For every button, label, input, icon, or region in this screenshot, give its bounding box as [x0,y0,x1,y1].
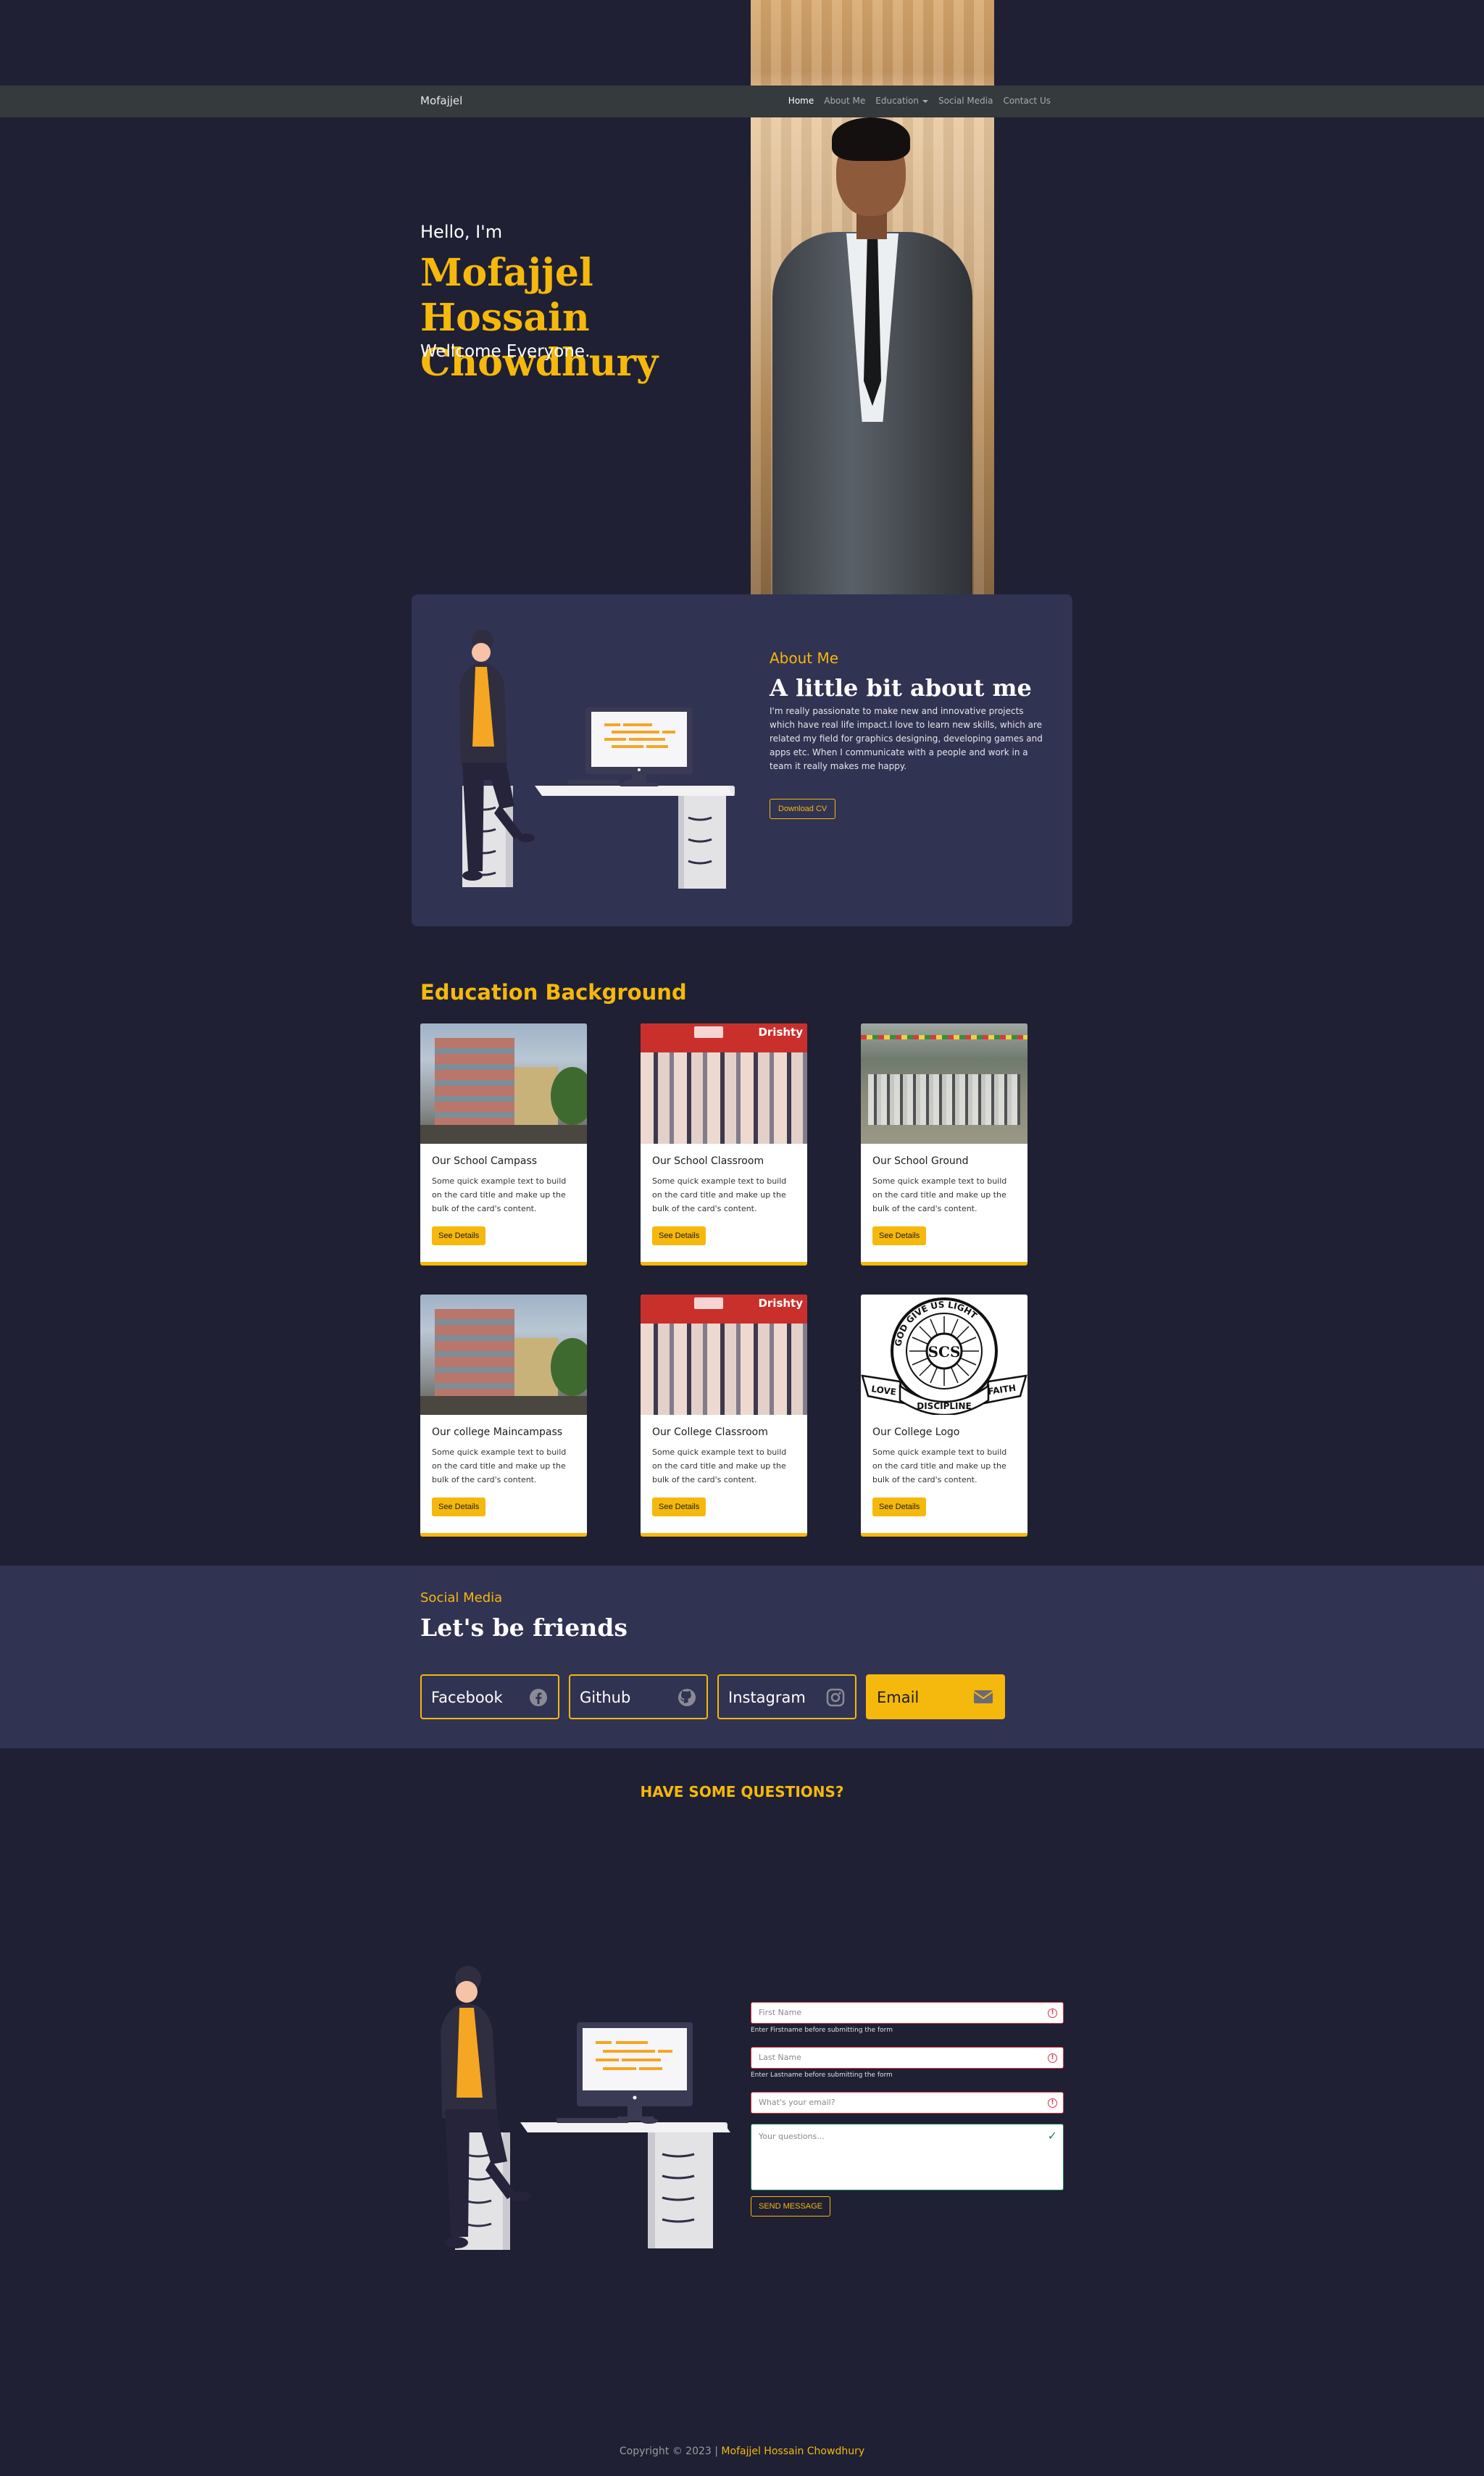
hero-tagline: Wellcome Everyone. [420,342,591,361]
last-name-placeholder: Last Name [759,2053,801,2062]
about-description: I'm really passionate to make new and in… [770,706,1043,771]
about-section: About Me A little bit about me I'm reall… [412,594,1072,926]
about-eyebrow: About Me [770,649,839,667]
card-title: Our College Logo [872,1426,960,1438]
see-details-button[interactable]: See Details [432,1226,486,1245]
github-button[interactable]: Github [569,1674,708,1719]
nav-education-dropdown[interactable]: Education [875,96,929,106]
education-card-school-classroom: Drishty Our School Classroom Some quick … [641,1023,807,1266]
instagram-button[interactable]: Instagram [717,1674,856,1719]
footer: Copyright © 2023 | Mofajjel Hossain Chow… [0,2446,1484,2457]
copyright-text: Copyright © 2023 | [619,2446,718,2457]
email-field[interactable]: What's your email? ! [751,2092,1064,2114]
college-classroom-image: Drishty [641,1295,807,1415]
card-text: Some quick example text to build on the … [652,1176,787,1213]
questions-title: HAVE SOME QUESTIONS? [640,1783,844,1800]
college-logo: SCS GOD GIVE US LIGHT LOVE FAITH DISCIPL… [861,1297,1027,1415]
card-text: Some quick example text to build on the … [872,1176,1007,1213]
school-ground-image [861,1023,1027,1144]
last-name-field[interactable]: Last Name ! [751,2047,1064,2069]
download-cv-button[interactable]: Download CV [770,799,836,819]
contact-illustration [441,1966,730,2250]
education-card-college-classroom: Drishty Our College Classroom Some quick… [641,1295,807,1537]
nav-social[interactable]: Social Media [938,96,993,106]
see-details-button[interactable]: See Details [652,1226,706,1245]
caret-down-icon [922,99,929,103]
facebook-icon [530,1689,547,1706]
error-icon: ! [1048,2053,1057,2063]
facebook-label: Facebook [431,1689,503,1706]
card-text: Some quick example text to build on the … [432,1447,567,1484]
school-campus-image [420,1023,587,1144]
school-classroom-image: Drishty [641,1023,807,1144]
card-title: Our School Ground [872,1155,969,1167]
email-placeholder: What's your email? [759,2098,835,2107]
brand-link[interactable]: Mofajjel [420,94,462,107]
footer-author-name: Mofajjel Hossain Chowdhury [721,2446,865,2457]
see-details-button[interactable]: See Details [432,1497,486,1516]
email-button[interactable]: Email [866,1674,1005,1719]
email-label: Email [877,1689,920,1706]
error-icon: ! [1048,2098,1057,2108]
first-name-placeholder: First Name [759,2008,802,2017]
questions-textarea[interactable]: Your questions... ✓ [751,2124,1064,2190]
college-logo-image: SCS GOD GIVE US LIGHT LOVE FAITH DISCIPL… [861,1295,1027,1415]
hero-greeting: Hello, I'm [420,222,503,242]
social-title: Let's be friends [420,1613,628,1642]
hero-name: Mofajjel Hossain Chowdhury [420,251,659,385]
education-card-college-campus: Our college Maincampass Some quick examp… [420,1295,587,1537]
drishty-banner: Drishty [758,1297,803,1310]
social-section: Social Media Let's be friends Facebook G… [0,1566,1484,1748]
facebook-button[interactable]: Facebook [420,1674,559,1719]
card-title: Our School Campass [432,1155,538,1167]
education-title: Education Background [420,980,687,1005]
card-title: Our college Maincampass [432,1426,563,1438]
see-details-button[interactable]: See Details [872,1226,927,1245]
social-eyebrow: Social Media [420,1590,503,1605]
drishty-banner: Drishty [758,1026,803,1039]
card-text: Some quick example text to build on the … [432,1176,567,1213]
logo-center-text: SCS [928,1343,961,1360]
education-card-college-logo: SCS GOD GIVE US LIGHT LOVE FAITH DISCIPL… [861,1295,1027,1537]
education-card-school-campus: Our School Campass Some quick example te… [420,1023,587,1266]
card-text: Some quick example text to build on the … [872,1447,1007,1484]
nav-education-label: Education [875,96,920,106]
error-icon: ! [1048,2008,1057,2018]
navbar: Mofajjel Home About Me Education Social … [0,86,1484,117]
nav-contact[interactable]: Contact Us [1003,96,1051,106]
first-name-hint: Enter Firstname before submitting the fo… [751,2027,893,2034]
card-text: Some quick example text to build on the … [652,1447,787,1484]
see-details-button[interactable]: See Details [872,1497,927,1516]
about-title: A little bit about me [770,674,1032,702]
envelope-icon [973,1690,993,1703]
education-card-school-ground: Our School Ground Some quick example tex… [861,1023,1027,1266]
github-icon [678,1689,696,1706]
first-name-field[interactable]: First Name ! [751,2002,1064,2024]
instagram-label: Instagram [728,1689,806,1706]
send-message-button[interactable]: SEND MESSAGE [751,2196,831,2217]
nav-home[interactable]: Home [788,96,814,106]
last-name-hint: Enter Lastname before submitting the for… [751,2072,893,2079]
instagram-icon [826,1688,845,1707]
check-icon: ✓ [1047,2129,1057,2143]
college-campus-image [420,1295,587,1415]
see-details-button[interactable]: See Details [652,1497,706,1516]
nav-about[interactable]: About Me [824,96,865,106]
github-label: Github [580,1689,631,1706]
card-title: Our School Classroom [652,1155,764,1167]
nav-menu: Home About Me Education Social Media Con… [788,96,1051,106]
developer-illustration [459,630,735,889]
card-title: Our College Classroom [652,1426,768,1438]
questions-placeholder: Your questions... [759,2132,825,2141]
logo-bottom-text: DISCIPLINE [917,1401,972,1411]
